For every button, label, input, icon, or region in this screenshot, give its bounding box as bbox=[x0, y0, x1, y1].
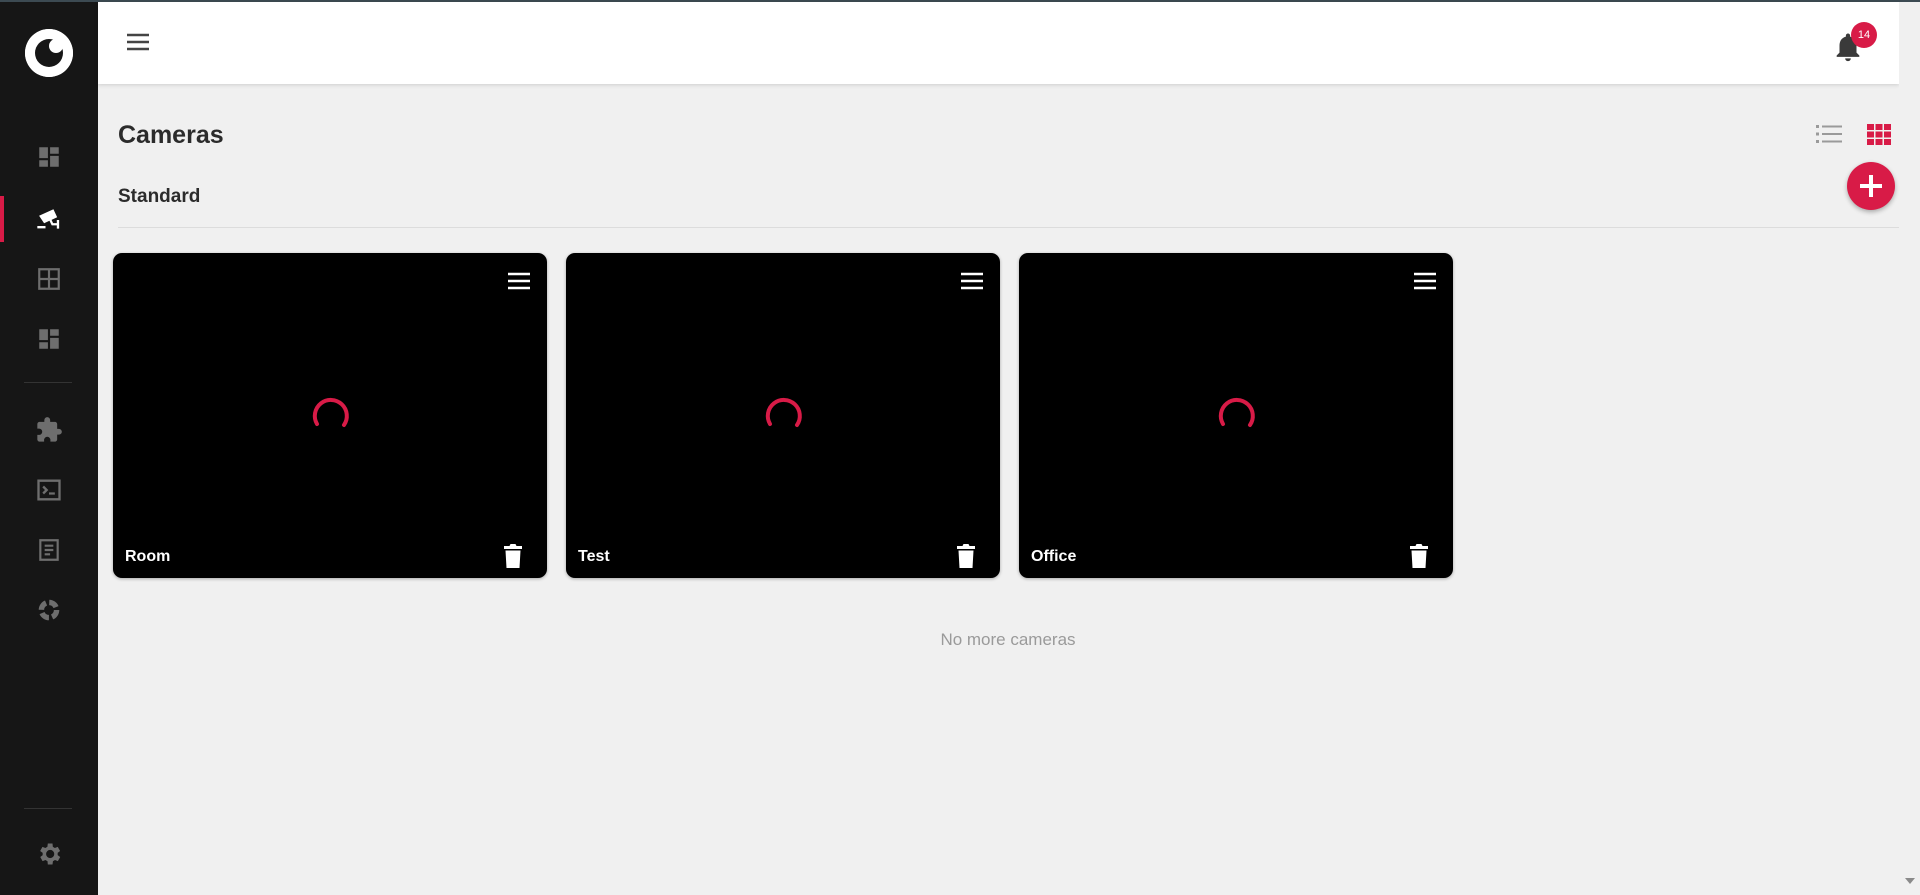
delete-camera-button[interactable] bbox=[1409, 543, 1429, 569]
camera-menu-button[interactable] bbox=[507, 271, 531, 291]
dashboard-alt-icon bbox=[39, 329, 59, 349]
camera-card[interactable]: Office bbox=[1019, 253, 1453, 578]
sidebar-item-plugins[interactable] bbox=[0, 407, 98, 453]
sidebar-item-cameras[interactable] bbox=[0, 196, 98, 242]
page-title: Cameras bbox=[118, 121, 224, 149]
camera-menu-button[interactable] bbox=[960, 271, 984, 291]
camera-name: Office bbox=[1031, 548, 1077, 565]
sidebar-item-console[interactable] bbox=[0, 467, 98, 513]
page-scrollbar[interactable] bbox=[1899, 2, 1920, 895]
camera-menu-button[interactable] bbox=[1413, 271, 1437, 291]
add-camera-button[interactable] bbox=[1847, 162, 1895, 210]
sidebar-item-grid[interactable] bbox=[0, 256, 98, 302]
empty-list-message: No more cameras bbox=[940, 630, 1076, 649]
delete-camera-button[interactable] bbox=[503, 543, 523, 569]
sidebar-item-logs[interactable] bbox=[0, 527, 98, 573]
hamburger-menu-button[interactable] bbox=[126, 32, 154, 54]
terminal-icon bbox=[37, 479, 61, 501]
sidebar-item-dashboard[interactable] bbox=[0, 134, 98, 180]
app-logo-icon[interactable] bbox=[25, 29, 73, 77]
camera-card[interactable]: Room bbox=[113, 253, 547, 578]
hamburger-icon bbox=[127, 33, 149, 51]
sidebar-divider bbox=[24, 382, 72, 383]
sidebar-item-dashboards[interactable] bbox=[0, 316, 98, 362]
loading-spinner-icon bbox=[1218, 397, 1255, 427]
sidebar-item-settings[interactable] bbox=[0, 831, 98, 877]
loading-spinner-icon bbox=[765, 397, 802, 427]
plus-icon bbox=[1860, 175, 1882, 197]
gear-icon bbox=[40, 843, 61, 865]
loading-spinner-icon bbox=[312, 397, 349, 427]
grid-view-toggle[interactable] bbox=[1866, 122, 1892, 146]
donut-chart-icon bbox=[38, 599, 60, 621]
trash-icon bbox=[957, 544, 975, 568]
notification-count-badge: 14 bbox=[1851, 22, 1877, 48]
cctv-camera-icon bbox=[37, 209, 60, 229]
top-bar: 14 bbox=[98, 2, 1899, 84]
camera-name: Test bbox=[578, 548, 610, 565]
scroll-down-arrow-icon[interactable] bbox=[1905, 878, 1915, 884]
hamburger-icon bbox=[961, 272, 983, 290]
list-view-icon bbox=[1816, 125, 1842, 143]
document-log-icon bbox=[39, 539, 59, 561]
grid-view-active-icon bbox=[1867, 124, 1891, 145]
delete-camera-button[interactable] bbox=[956, 543, 976, 569]
hamburger-icon bbox=[1414, 272, 1436, 290]
sidebar-item-statistics[interactable] bbox=[0, 587, 98, 633]
dashboard-icon bbox=[39, 147, 59, 167]
puzzle-plugin-icon bbox=[37, 417, 62, 442]
trash-icon bbox=[504, 544, 522, 568]
camera-card[interactable]: Test bbox=[566, 253, 1000, 578]
section-title: Standard bbox=[118, 186, 201, 207]
section-divider bbox=[118, 227, 1899, 228]
camera-name: Room bbox=[125, 548, 171, 565]
sidebar bbox=[0, 2, 98, 895]
grid-view-icon bbox=[38, 268, 60, 290]
sidebar-divider-bottom bbox=[24, 808, 72, 809]
list-view-toggle[interactable] bbox=[1815, 122, 1843, 146]
hamburger-icon bbox=[508, 272, 530, 290]
trash-icon bbox=[1410, 544, 1428, 568]
